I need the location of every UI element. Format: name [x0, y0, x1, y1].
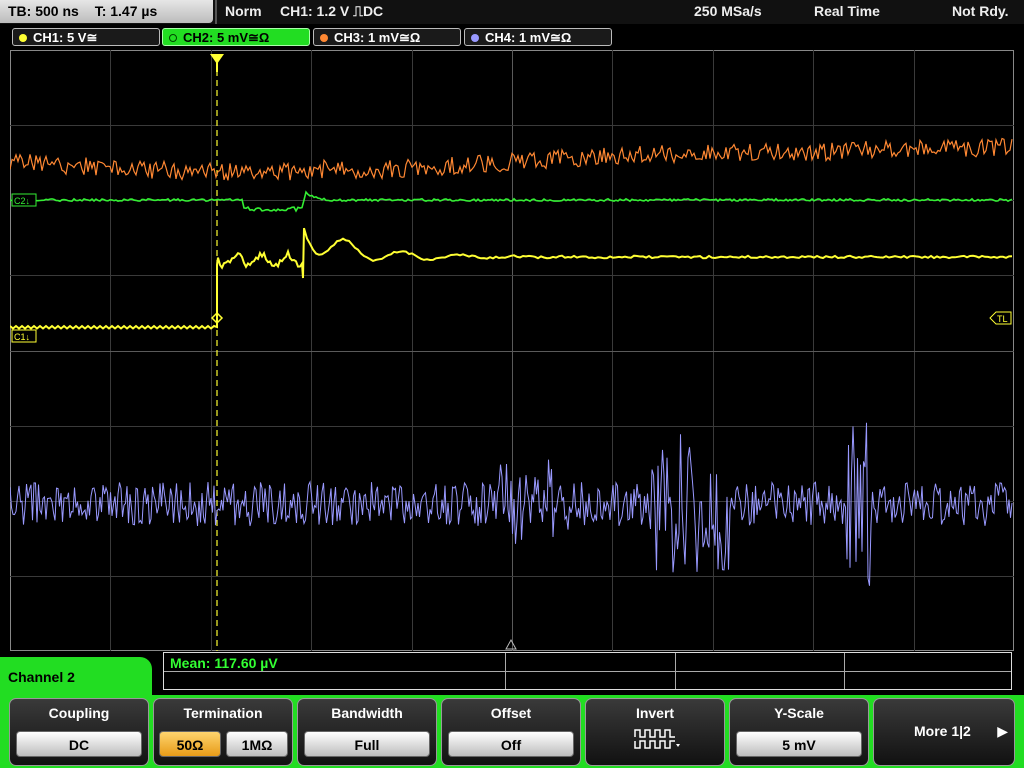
bandwidth-title: Bandwidth: [331, 705, 403, 721]
ch1-offset-marker[interactable]: C1↓: [11, 329, 37, 343]
ch1-tab-label: CH1: 5 V≅: [33, 30, 98, 45]
trigger-mode-label: Norm: [225, 3, 262, 19]
termination-title: Termination: [183, 705, 263, 721]
ch4-tab-label: CH4: 1 mV≅Ω: [485, 30, 572, 45]
ch1-color-dot-icon: [19, 34, 27, 42]
timebase-box[interactable]: TB: 500 ns T: 1.47 µs: [0, 0, 213, 23]
more-softkey[interactable]: More 1|2 ▶: [873, 698, 1015, 766]
offset-title: Offset: [490, 705, 532, 721]
measurement-divider-h: [164, 671, 1011, 672]
channel-tab-ch4[interactable]: CH4: 1 mV≅Ω: [464, 28, 612, 46]
trigger-level-label: TL: [997, 314, 1008, 324]
ch2-marker-label: C2↓: [14, 196, 30, 206]
y-scale-title: Y-Scale: [774, 705, 824, 721]
ch1-marker-label: C1↓: [14, 332, 30, 342]
ch4-color-dot-icon: [471, 34, 479, 42]
acquisition-mode-label: Real Time: [814, 3, 880, 19]
termination-softkey[interactable]: Termination 50Ω 1MΩ: [153, 698, 293, 766]
ch2-offset-marker[interactable]: C2↓: [11, 193, 37, 207]
offset-value[interactable]: Off: [448, 731, 574, 757]
coupling-softkey[interactable]: Coupling DC: [9, 698, 149, 766]
trigger-info-label: CH1: 1.2 V ⎍DC: [280, 3, 384, 19]
measurement-divider-1: [505, 653, 506, 689]
menu-title: Channel 2: [0, 657, 152, 697]
ch2-tab-label: CH2: 5 mV≅Ω: [183, 30, 270, 45]
coupling-value[interactable]: DC: [16, 731, 142, 757]
measurement-divider-3: [844, 653, 845, 689]
timebase-label: TB: 500 ns: [8, 3, 79, 19]
y-scale-value[interactable]: 5 mV: [736, 731, 862, 757]
ch3-tab-label: CH3: 1 mV≅Ω: [334, 30, 421, 45]
channel-tab-ch2[interactable]: CH2: 5 mV≅Ω: [162, 28, 310, 46]
sample-rate-label: 250 MSa/s: [694, 3, 762, 19]
bandwidth-softkey[interactable]: Bandwidth Full: [297, 698, 437, 766]
y-scale-softkey[interactable]: Y-Scale 5 mV: [729, 698, 869, 766]
termination-1mohm-option[interactable]: 1MΩ: [226, 731, 288, 757]
waveform-display[interactable]: C2↓ C1↓ TL: [10, 50, 1014, 651]
acquisition-status-label: Not Rdy.: [952, 3, 1009, 19]
termination-50ohm-option[interactable]: 50Ω: [159, 731, 221, 757]
bandwidth-value[interactable]: Full: [304, 731, 430, 757]
channel-tab-ch3[interactable]: CH3: 1 mV≅Ω: [313, 28, 461, 46]
measurement-divider-2: [675, 653, 676, 689]
more-label: More 1|2: [914, 723, 971, 739]
waveform-canvas: C2↓ C1↓ TL: [10, 50, 1014, 651]
invert-softkey[interactable]: Invert: [585, 698, 725, 766]
measurement-panel[interactable]: Mean: 117.60 µV: [163, 652, 1012, 690]
offset-softkey[interactable]: Offset Off: [441, 698, 581, 766]
status-separator: [215, 0, 217, 24]
channel-tab-ch1[interactable]: CH1: 5 V≅: [12, 28, 160, 46]
play-arrow-icon: ▶: [997, 723, 1008, 739]
ch2-color-dot-icon: [169, 34, 177, 42]
trigger-time-label: T: 1.47 µs: [94, 3, 158, 19]
invert-waveform-icon: [634, 729, 680, 749]
mean-measurement: Mean: 117.60 µV: [170, 655, 278, 671]
ch3-color-dot-icon: [320, 34, 328, 42]
coupling-title: Coupling: [48, 705, 110, 721]
top-status-bar: TB: 500 ns T: 1.47 µs Norm CH1: 1.2 V ⎍D…: [0, 0, 1024, 24]
invert-title: Invert: [635, 705, 675, 721]
